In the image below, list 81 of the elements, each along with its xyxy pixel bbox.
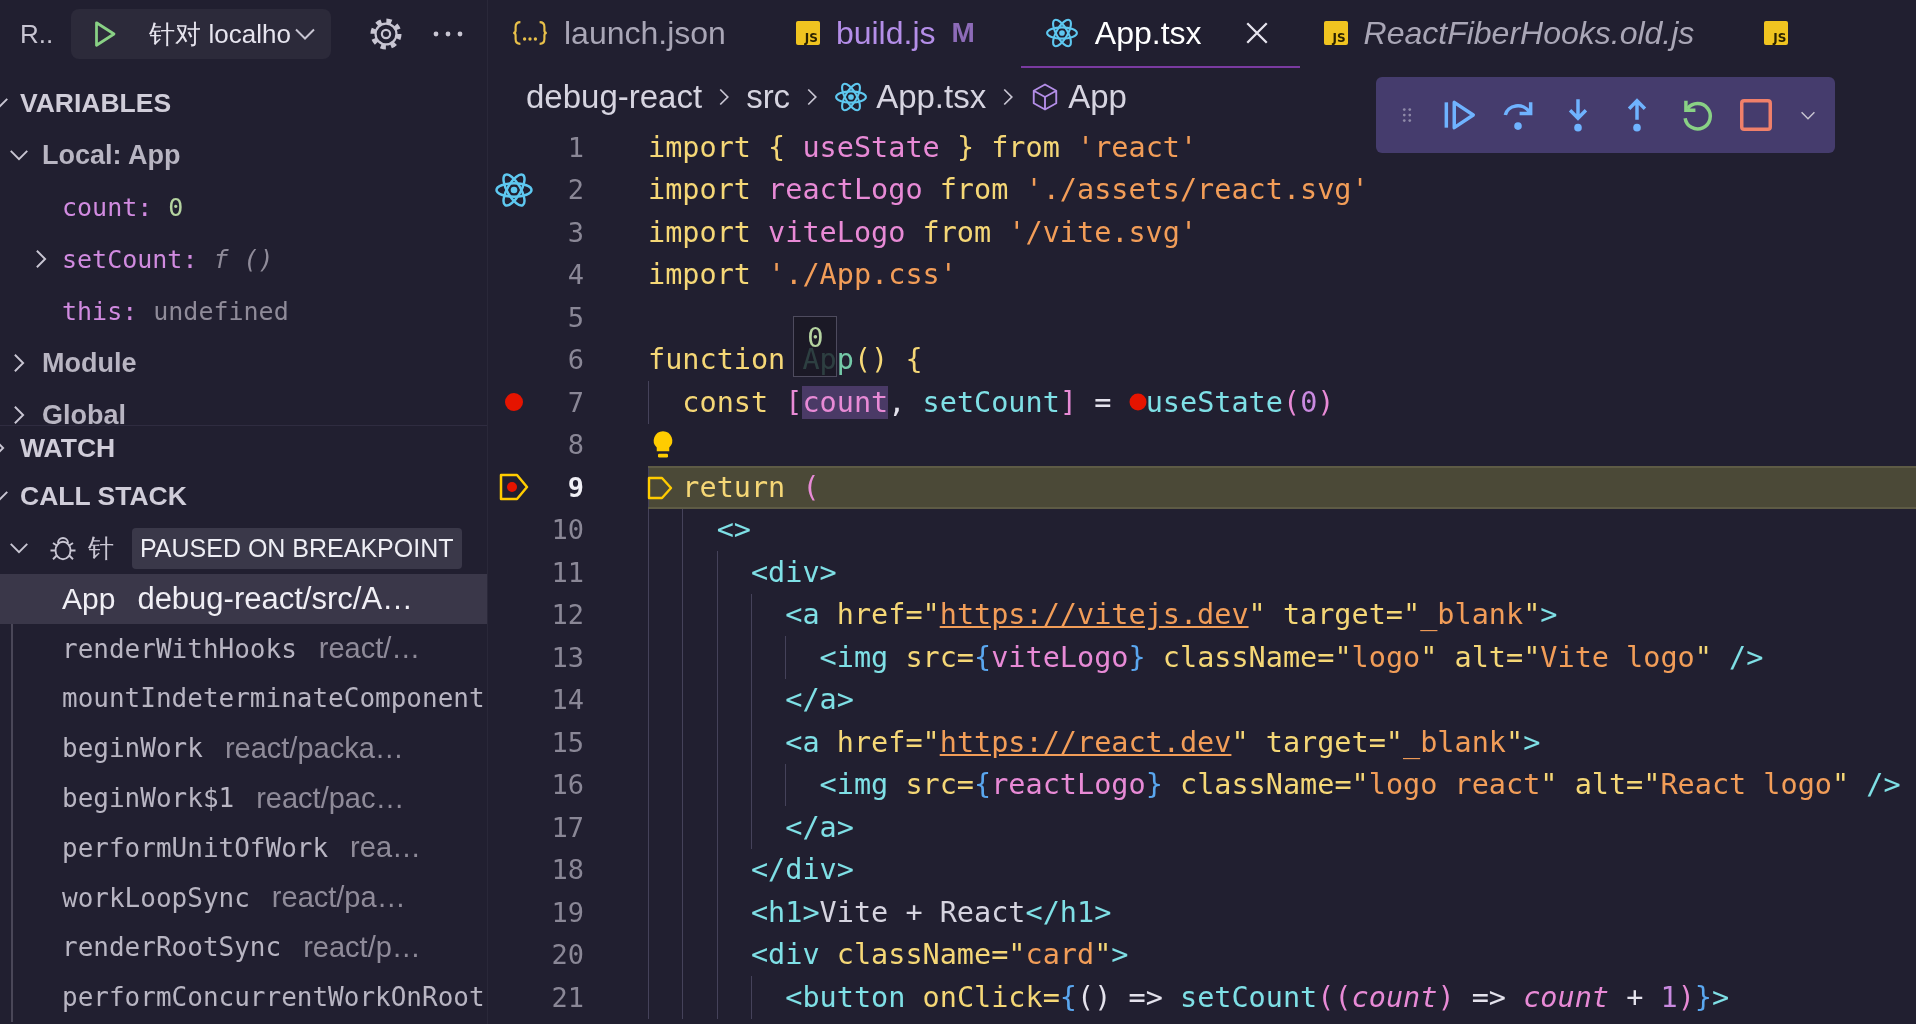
breadcrumb-item[interactable]: debug-react: [526, 78, 703, 116]
code-line: <div className="card">: [750, 938, 1129, 972]
code-line: <button onClick={() => setCount((count) => count + 1)}>: [785, 980, 1730, 1014]
panel-title: R..: [20, 18, 54, 50]
line-number: 16: [550, 769, 584, 801]
breadcrumb-item[interactable]: App: [1068, 78, 1127, 116]
section-header[interactable]: WATCH: [0, 426, 116, 470]
line-number: 8: [566, 429, 584, 461]
line-number: 19: [550, 896, 584, 928]
line-number: 14: [550, 684, 584, 716]
line-number: 18: [550, 854, 584, 886]
code-line: import { useState } from 'react': [648, 130, 1198, 164]
react-icon: [834, 80, 869, 114]
stack-frame[interactable]: renderRootSync react/p…: [0, 922, 487, 973]
line-number: 21: [550, 981, 584, 1013]
line-number: 9: [566, 471, 584, 503]
code-line: </a>: [785, 810, 854, 844]
stack-frame[interactable]: performConcurrentWorkOnRoot: [0, 972, 487, 1023]
thread-name: 针: [88, 531, 114, 565]
line-number: 3: [566, 216, 584, 248]
code-line: const [count, setCount] = useState(0): [682, 385, 1335, 419]
line-number: 4: [566, 259, 584, 291]
code-line: <a href="https://react.dev" target="_blank">: [785, 725, 1541, 759]
line-number: 10: [550, 514, 584, 546]
code-line: <a href="https://vitejs.dev" target="_blank">: [785, 598, 1558, 632]
code-line: <h1>Vite + React</h1>: [750, 895, 1112, 929]
stack-frame[interactable]: beginWork$1 react/pac…: [0, 773, 487, 823]
breadcrumb-item[interactable]: src: [746, 78, 791, 116]
current-line-arrow-icon: [646, 474, 674, 502]
line-number: 6: [566, 344, 584, 376]
code-line: <div>: [750, 555, 837, 589]
line-number: 7: [566, 386, 584, 418]
stack-frame[interactable]: renderWithHooks react/…: [0, 623, 487, 674]
editor-tab[interactable]: App.tsx: [1020, 0, 1300, 68]
code-line: <img src={reactLogo} className="logo react" alt="React logo" />: [819, 768, 1901, 802]
stack-frame[interactable]: App debug-react/src/A…: [0, 574, 487, 624]
line-number: 11: [550, 556, 584, 588]
react-icon: [1044, 16, 1079, 50]
stack-frame[interactable]: performUnitOfWork rea…: [0, 823, 487, 873]
variable-item[interactable]: count: 0: [0, 181, 487, 233]
stack-frame[interactable]: mountIndeterminateComponent: [0, 673, 487, 724]
js-file-icon: JS: [1764, 21, 1789, 45]
editor-tab[interactable]: launch.json: [488, 0, 772, 68]
code-line: import './App.css': [648, 258, 957, 292]
code-line: <img src={viteLogo} className="logo" alt="Vite logo" />: [819, 640, 1764, 674]
code-line: import reactLogo from './assets/react.svg': [648, 173, 1369, 207]
editor-tab[interactable]: JS ReactFiberHooks.old.js: [1299, 0, 1741, 68]
git-status: M: [951, 17, 975, 49]
section-header[interactable]: VARIABLES: [0, 77, 487, 129]
scope-item[interactable]: Global: [0, 389, 487, 425]
breadcrumb-item[interactable]: App.tsx: [876, 78, 987, 116]
code-line: return (: [682, 470, 820, 504]
line-number: 2: [566, 174, 584, 206]
js-file-icon: JS: [1323, 21, 1348, 45]
line-number: 12: [550, 599, 584, 631]
stack-frame[interactable]: beginWork react/packa…: [0, 723, 487, 774]
line-number: 17: [550, 811, 584, 843]
editor-tab[interactable]: JS: [1740, 0, 1835, 68]
section-header[interactable]: CALL STACK: [0, 470, 487, 522]
line-number: 15: [550, 726, 584, 758]
config-dropdown[interactable]: 针对 localho: [149, 16, 317, 52]
line-number: 5: [566, 301, 584, 333]
code-line: import viteLogo from '/vite.svg': [648, 215, 1198, 249]
scope-item[interactable]: Module: [0, 337, 487, 389]
stack-frame[interactable]: workLoopSync react/pa…: [0, 872, 487, 923]
code-line: </div>: [750, 853, 854, 887]
line-number: 13: [550, 641, 584, 673]
line-number: 20: [550, 939, 584, 971]
js-file-icon: JS: [795, 21, 820, 45]
variable-item[interactable]: this: undefined: [0, 285, 487, 337]
scope-item[interactable]: Local: App: [0, 129, 487, 181]
editor-tab[interactable]: JS build.js M: [771, 0, 1021, 68]
inline-breakpoint-icon[interactable]: [1129, 393, 1148, 411]
variable-item[interactable]: setCount: f (): [0, 233, 487, 285]
code-line: </a>: [785, 683, 854, 717]
breakpoint-icon[interactable]: [504, 392, 524, 413]
code-line: <>: [716, 513, 751, 547]
line-number: 1: [566, 131, 584, 163]
paused-breakpoint-icon[interactable]: [498, 472, 530, 503]
braces-icon: [512, 18, 548, 48]
status-badge: PAUSED ON BREAKPOINT: [132, 527, 462, 569]
